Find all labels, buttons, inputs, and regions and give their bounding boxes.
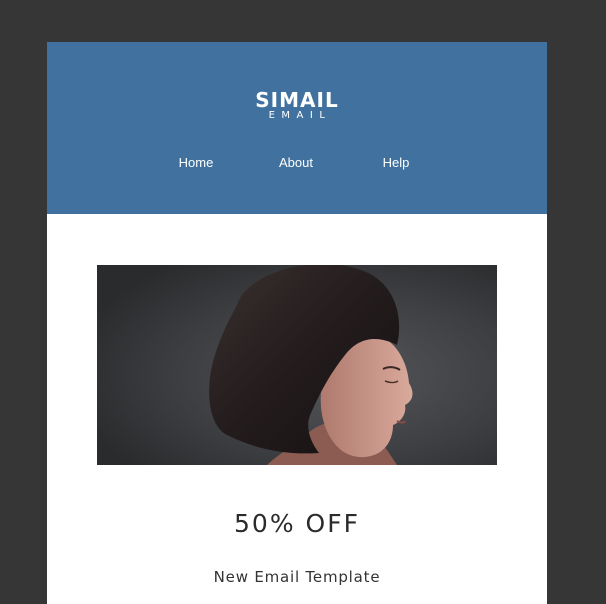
nav-link-about[interactable]: About [246, 154, 346, 172]
woman-profile-photo [97, 265, 497, 465]
headline: 50% OFF [234, 509, 360, 538]
subheadline: New Email Template [213, 568, 381, 586]
email-template: SIMAIL EMAIL Home About Help 50% OFF New… [47, 42, 547, 604]
nav-link-home[interactable]: Home [146, 154, 246, 172]
logo-title: SIMAIL [255, 88, 339, 112]
nav-link-help[interactable]: Help [346, 154, 446, 172]
logo-subtitle: EMAIL [268, 110, 332, 121]
hero-image [97, 265, 497, 465]
email-header: SIMAIL EMAIL Home About Help [47, 42, 547, 214]
